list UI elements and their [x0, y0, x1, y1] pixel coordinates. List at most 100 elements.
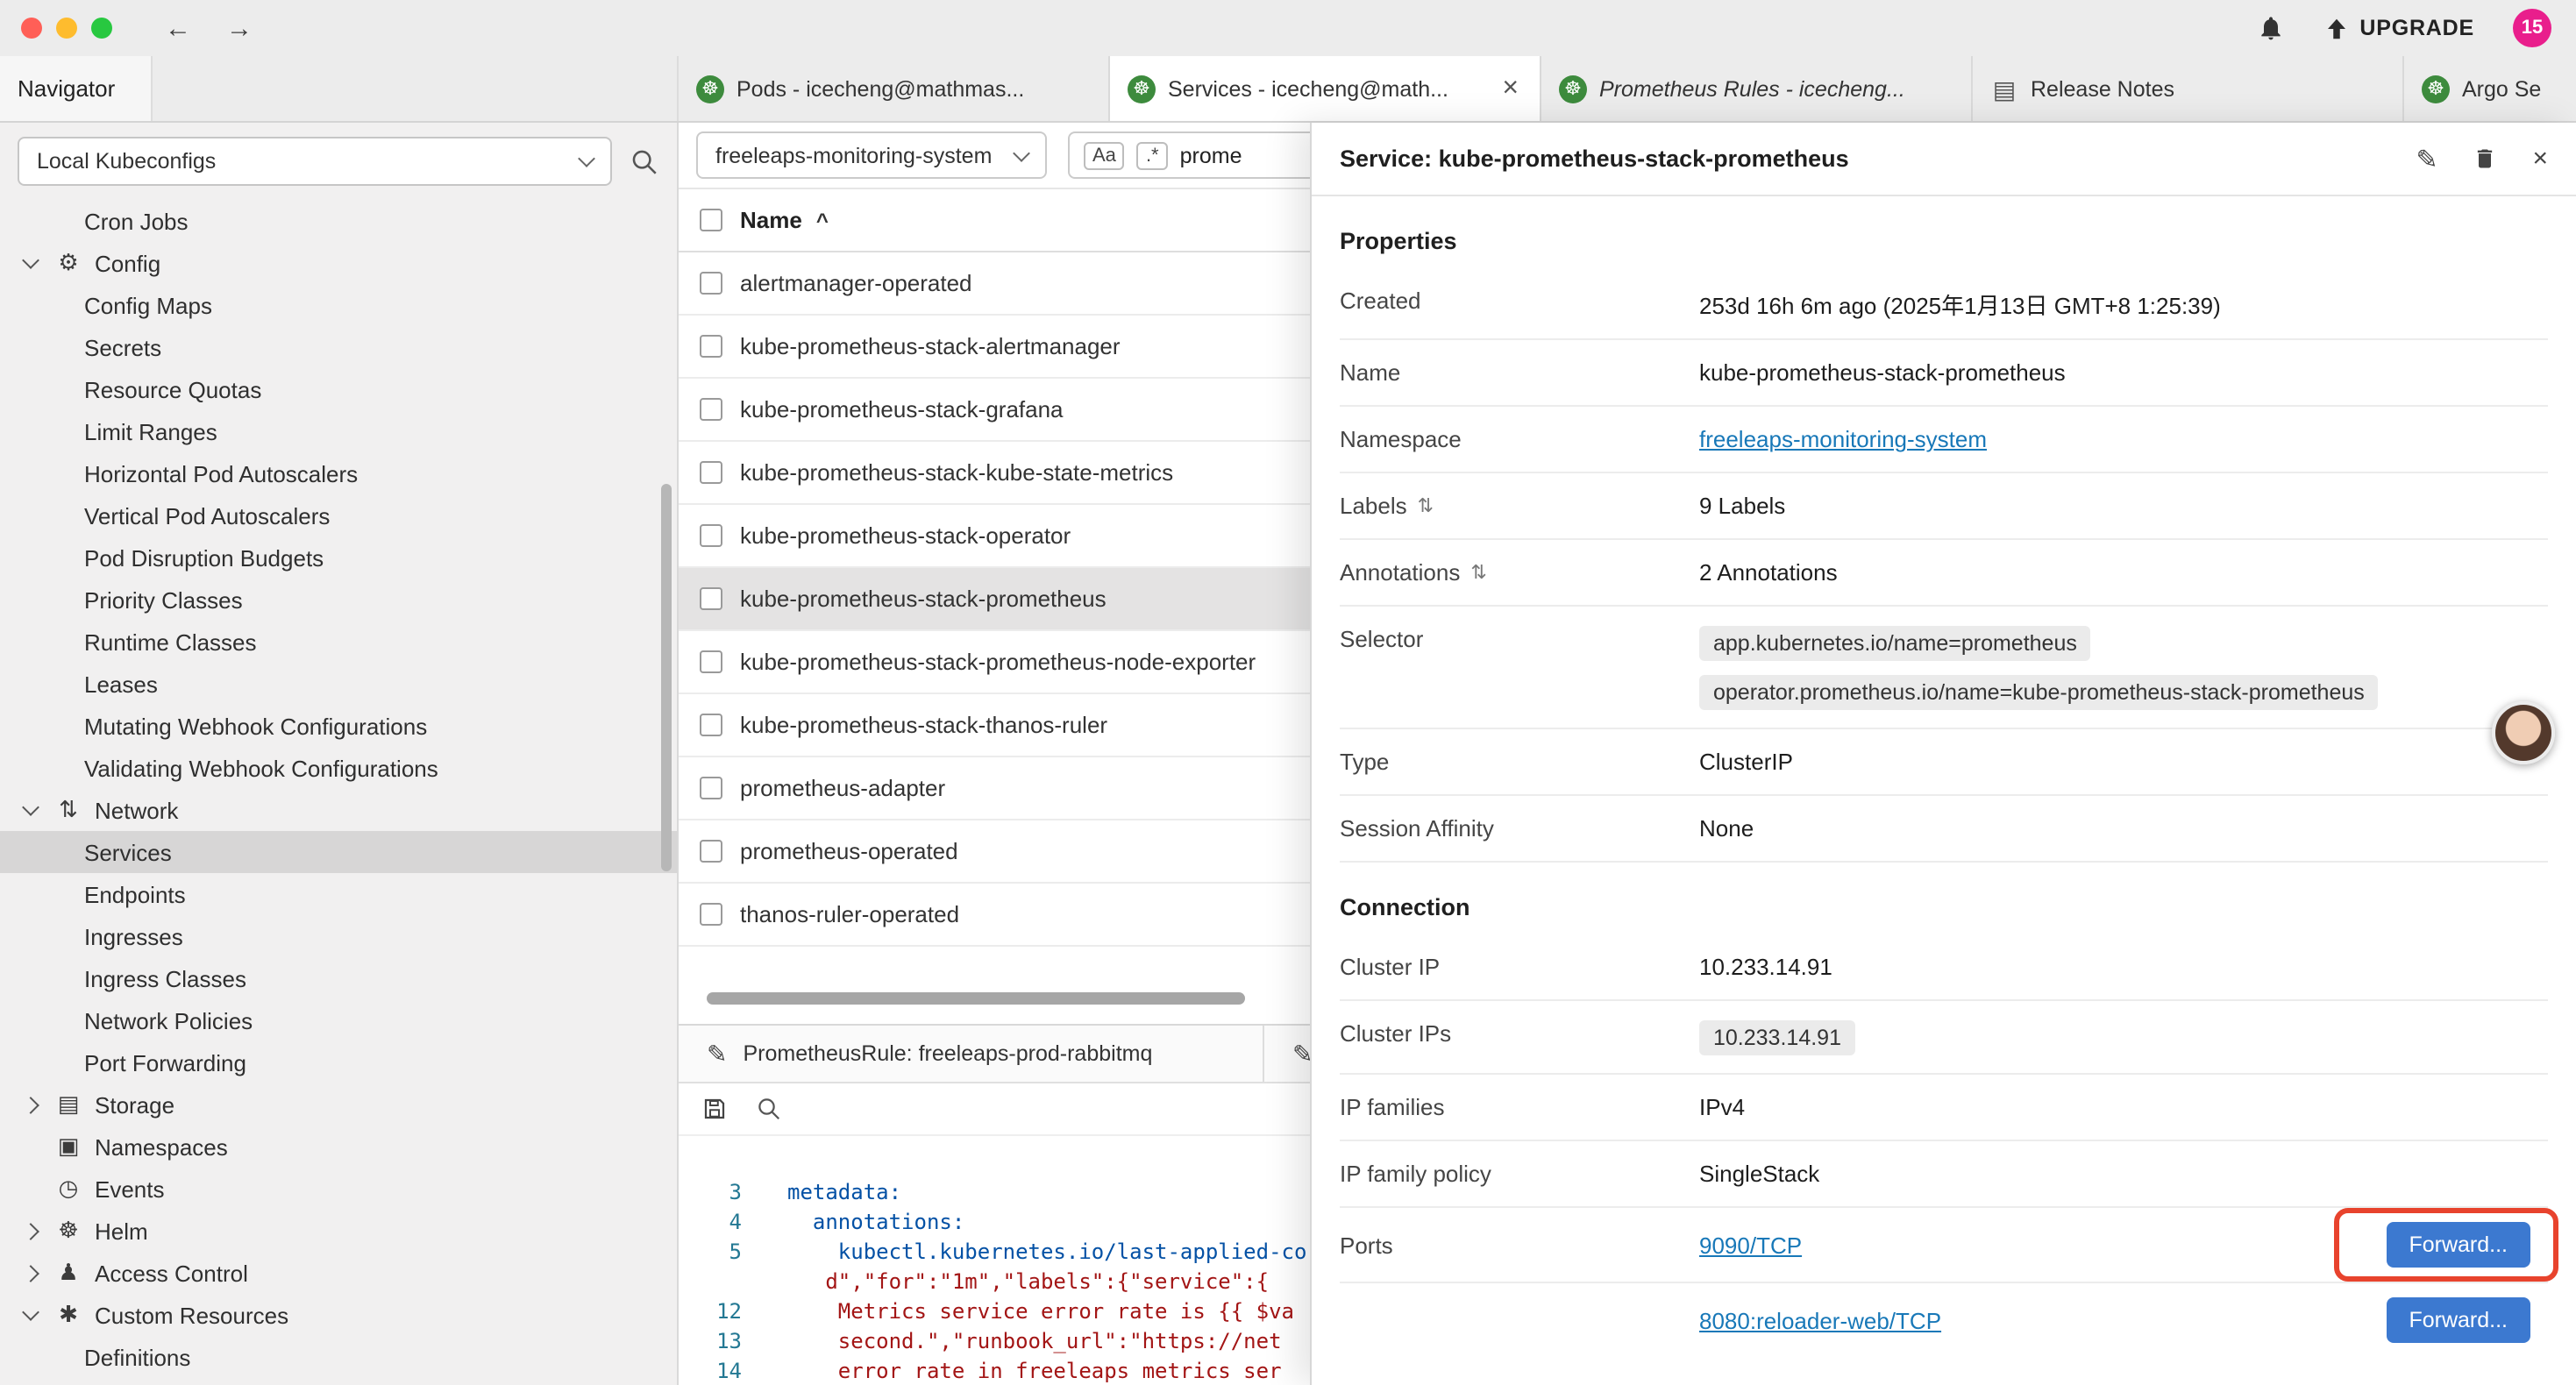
field-label: Annotations — [1340, 559, 1460, 586]
sidebar-search-icon[interactable] — [630, 146, 659, 176]
detail-row-session-affinity: Session Affinity None — [1340, 796, 2548, 863]
dock-tab-prometheusrule[interactable]: ✎ PrometheusRule: freeleaps-prod-rabbitm… — [679, 1026, 1264, 1082]
match-case-toggle[interactable]: Aa — [1084, 141, 1125, 169]
chevron-icon — [22, 1096, 39, 1113]
row-checkbox[interactable] — [700, 840, 722, 863]
row-checkbox[interactable] — [700, 903, 722, 926]
zoom-window-button[interactable] — [91, 18, 112, 39]
back-icon[interactable]: ← — [165, 13, 191, 43]
close-window-button[interactable] — [21, 18, 42, 39]
row-checkbox[interactable] — [700, 777, 722, 799]
sidebar-item-label: Resource Quotas — [84, 376, 261, 402]
delete-icon[interactable] — [2473, 146, 2497, 172]
save-icon[interactable] — [701, 1096, 728, 1122]
sidebar-item-label: Endpoints — [84, 881, 186, 907]
sort-toggle-icon[interactable]: ⇅ — [1470, 561, 1486, 584]
sort-ascending-icon[interactable]: ^ — [816, 208, 829, 232]
sidebar-item[interactable]: Runtime Classes — [0, 621, 677, 663]
row-checkbox[interactable] — [700, 714, 722, 736]
sidebar-item[interactable]: Vertical Pod Autoscalers — [0, 494, 677, 536]
tab[interactable]: ☸ Services - icecheng@math... × — [1110, 56, 1541, 121]
sidebar-item[interactable]: Priority Classes — [0, 579, 677, 621]
detail-row-selector: Selector app.kubernetes.io/name=promethe… — [1340, 607, 2548, 729]
sidebar-item[interactable]: ▤ Storage — [0, 1083, 677, 1126]
tab-label: Prometheus Rules - icecheng... — [1599, 76, 1953, 101]
sidebar-item[interactable]: Endpoints — [0, 873, 677, 915]
row-checkbox[interactable] — [700, 461, 722, 484]
sidebar-item[interactable]: Config Maps — [0, 284, 677, 326]
sidebar-item[interactable]: ⇅ Network — [0, 789, 677, 831]
sidebar-item[interactable]: Resource Quotas — [0, 368, 677, 410]
line-text: Metrics service error rate is {{ $va — [787, 1297, 1294, 1327]
sidebar-item[interactable]: ♟ Access Control — [0, 1252, 677, 1294]
forward-button[interactable]: Forward... — [2386, 1297, 2530, 1343]
line-text: second.","runbook_url":"https://net — [787, 1327, 1282, 1357]
sort-toggle-icon[interactable]: ⇅ — [1418, 494, 1434, 517]
sidebar-item[interactable]: Ingress Classes — [0, 957, 677, 999]
regex-toggle[interactable]: .* — [1137, 141, 1168, 169]
sidebar-item[interactable]: ⚙ Config — [0, 242, 677, 284]
namespace-filter[interactable]: freeleaps-monitoring-system — [696, 131, 1047, 179]
sidebar-item[interactable]: Cron Jobs — [0, 200, 677, 242]
close-icon[interactable]: × — [2532, 144, 2548, 174]
forward-icon[interactable]: → — [226, 13, 253, 43]
forward-button[interactable]: Forward... — [2386, 1222, 2530, 1268]
tab[interactable]: ☸ Argo Se × — [2404, 56, 2576, 121]
sidebar-item[interactable]: ✱ Custom Resources — [0, 1294, 677, 1336]
port-link[interactable]: 8080:reloader-web/TCP — [1699, 1307, 1941, 1333]
sidebar-item[interactable]: Validating Webhook Configurations — [0, 747, 677, 789]
field-label: Name — [1340, 358, 1699, 386]
sidebar-item-label: Config — [95, 250, 160, 276]
sidebar-item[interactable]: Mutating Webhook Configurations — [0, 705, 677, 747]
sidebar-item[interactable]: Services — [0, 831, 677, 873]
tab[interactable]: ☸ Prometheus Rules - icecheng... × — [1541, 56, 1973, 121]
sidebar-item[interactable]: ◷ Events — [0, 1168, 677, 1210]
kubeconfig-selector[interactable]: Local Kubeconfigs — [18, 137, 612, 186]
line-number: 13 — [679, 1327, 742, 1357]
detail-row-ip-families: IP families IPv4 — [1340, 1075, 2548, 1141]
user-avatar[interactable] — [2492, 701, 2555, 764]
sidebar-toolbar: Local Kubeconfigs — [0, 123, 677, 200]
sidebar-item[interactable]: ☸ Helm — [0, 1210, 677, 1252]
tab[interactable]: ▤ Release Notes × — [1973, 56, 2404, 121]
select-all-checkbox[interactable] — [700, 209, 722, 231]
close-tab-icon[interactable]: × — [1498, 75, 1522, 103]
sidebar-scrollbar[interactable] — [661, 484, 672, 871]
upgrade-button[interactable]: UPGRADE — [2323, 15, 2474, 41]
chevron-down-icon — [1013, 144, 1030, 161]
port-link[interactable]: 9090/TCP — [1699, 1232, 1802, 1258]
notifications-bell-icon[interactable] — [2256, 14, 2284, 42]
row-checkbox[interactable] — [700, 272, 722, 295]
editor-search-icon[interactable] — [756, 1096, 782, 1122]
k8s-icon: ☸ — [696, 75, 724, 103]
scrollbar-thumb[interactable] — [707, 992, 1245, 1005]
sidebar-item-label: Limit Ranges — [84, 418, 217, 444]
sidebar-item[interactable]: Port Forwarding — [0, 1041, 677, 1083]
sidebar-item[interactable]: Network Policies — [0, 999, 677, 1041]
minimize-window-button[interactable] — [56, 18, 77, 39]
sidebar-item[interactable]: Secrets — [0, 326, 677, 368]
row-checkbox[interactable] — [700, 587, 722, 610]
sidebar-item[interactable]: Horizontal Pod Autoscalers — [0, 452, 677, 494]
namespace-link[interactable]: freeleaps-monitoring-system — [1699, 426, 1987, 452]
sidebar-item[interactable]: ▣ Namespaces — [0, 1126, 677, 1168]
name-column-header[interactable]: Name — [740, 207, 802, 233]
detail-row-created: Created 253d 16h 6m ago (2025年1月13日 GMT+… — [1340, 268, 2548, 340]
dock-tab-label: PrometheusRule: freeleaps-prod-rabbitmq — [743, 1041, 1152, 1066]
row-checkbox[interactable] — [700, 524, 722, 547]
sidebar-item[interactable]: Pod Disruption Budgets — [0, 536, 677, 579]
tab[interactable]: ☸ Pods - icecheng@mathmas... × — [679, 56, 1110, 121]
edit-icon[interactable]: ✎ — [2416, 143, 2437, 174]
row-name: alertmanager-operated — [740, 270, 972, 296]
row-checkbox[interactable] — [700, 650, 722, 673]
sidebar-item[interactable]: Ingresses — [0, 915, 677, 957]
sidebar-item-label: Storage — [95, 1091, 174, 1118]
row-checkbox[interactable] — [700, 335, 722, 358]
sidebar-item[interactable]: Limit Ranges — [0, 410, 677, 452]
notification-count-badge[interactable]: 15 — [2513, 9, 2551, 47]
row-checkbox[interactable] — [700, 398, 722, 421]
sidebar-item[interactable]: Definitions — [0, 1336, 677, 1378]
titlebar: ← → UPGRADE 15 — [0, 0, 2576, 56]
detail-row-ip-family-policy: IP family policy SingleStack — [1340, 1141, 2548, 1208]
sidebar-item[interactable]: Leases — [0, 663, 677, 705]
